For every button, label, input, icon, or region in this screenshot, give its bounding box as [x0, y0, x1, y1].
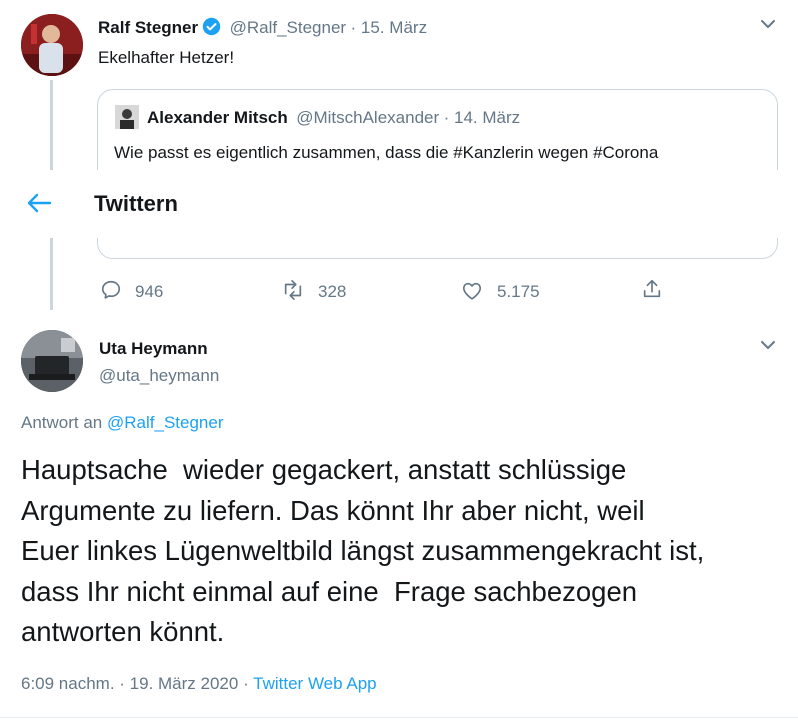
back-arrow-icon[interactable] [26, 191, 52, 220]
reply-count: 946 [135, 282, 164, 301]
reply-context: Antwort an @Ralf_Stegner [21, 413, 224, 433]
tweet-source-link[interactable]: Twitter Web App [253, 674, 376, 693]
reply-text-line: antworten könnt. [21, 616, 225, 647]
tweet-timestamp[interactable]: 6:09 nachm. · 19. März 2020 · [21, 674, 249, 693]
retweet-icon[interactable] [281, 279, 303, 301]
tweet-date[interactable]: · 15. März [351, 18, 428, 37]
divider [0, 717, 798, 718]
avatar-ralf-stegner[interactable] [21, 14, 83, 76]
page-title: Twittern [94, 191, 178, 216]
reply-prefix: Antwort an [21, 413, 103, 432]
retweet-count: 328 [318, 282, 347, 301]
reply-text-line: Euer linkes Lügenweltbild längst zusamme… [21, 535, 705, 566]
chevron-down-icon[interactable] [758, 335, 778, 355]
tweet-meta: 6:09 nachm. · 19. März 2020 · Twitter We… [21, 674, 377, 694]
tweet-text: Ekelhafter Hetzer! [98, 48, 235, 67]
share-icon[interactable] [641, 278, 663, 300]
parent-tweet-header: Ralf Stegner @Ralf_Stegner · 15. März [98, 17, 427, 41]
verified-icon [202, 17, 221, 41]
quoted-tweet-header: Alexander Mitsch @MitschAlexander · 14. … [147, 108, 520, 128]
avatar-alexander-mitsch [115, 105, 139, 129]
quoted-author-handle: @MitschAlexander [296, 108, 440, 127]
reply-target-link[interactable]: @Ralf_Stegner [107, 413, 224, 432]
top-header: Twittern [0, 170, 798, 238]
reply-icon[interactable] [100, 279, 122, 301]
author-handle[interactable]: @Ralf_Stegner [230, 18, 347, 37]
quoted-tweet-text: Wie passt es eigentlich zusammen, dass d… [114, 143, 659, 162]
reply-author-name[interactable]: Uta Heymann [99, 339, 208, 359]
reply-tweet-text: Hauptsache wieder gegackert, anstatt sch… [21, 450, 791, 653]
reply-author-handle[interactable]: @uta_heymann [99, 366, 219, 386]
reply-text-line: Argumente zu liefern. Das könnt Ihr aber… [21, 494, 645, 526]
author-name[interactable]: Ralf Stegner [98, 18, 198, 37]
heart-icon[interactable] [461, 280, 483, 302]
quoted-author-name: Alexander Mitsch [147, 108, 288, 127]
chevron-down-icon[interactable] [758, 14, 778, 34]
reply-text-line: Hauptsache wieder gegackert, anstatt sch… [21, 454, 627, 485]
quoted-tweet-date: · 14. März [443, 108, 521, 127]
like-count: 5.175 [497, 282, 540, 301]
avatar-uta-heymann[interactable] [21, 330, 83, 392]
reply-text-line: dass Ihr nicht einmal auf eine Frage sac… [21, 575, 638, 607]
